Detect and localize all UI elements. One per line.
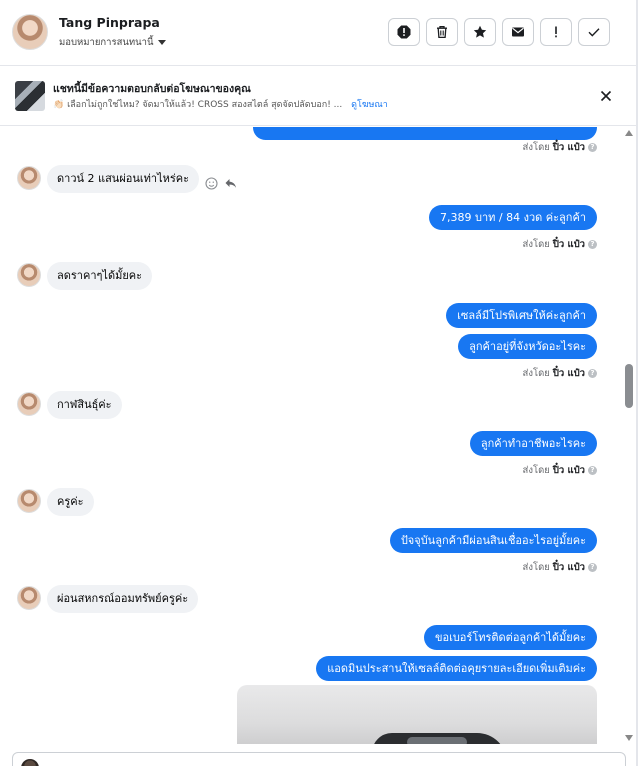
sent-by-label: ส่งโดย ปิ๋ว แป๋ว ? <box>523 140 597 155</box>
car-window <box>407 737 467 744</box>
sender-name: ปิ๋ว แป๋ว <box>552 239 585 250</box>
sent-by-prefix: ส่งโดย <box>522 239 550 250</box>
contact-avatar[interactable] <box>12 14 48 50</box>
spam-button[interactable] <box>388 18 420 46</box>
star-button[interactable] <box>464 18 496 46</box>
contact-name[interactable]: Tang Pinprapa <box>59 15 160 30</box>
reply-icon[interactable] <box>224 177 237 190</box>
message-composer[interactable] <box>12 752 626 766</box>
message-outgoing: ขอเบอร์โทรติดต่อลูกค้าได้มั้ยคะ <box>423 625 597 650</box>
star-icon <box>473 25 487 38</box>
caret-down-icon <box>157 40 166 45</box>
contact-avatar-small[interactable] <box>17 166 41 190</box>
message-outgoing: เซลล์มีโปรพิเศษให้ค่ะลูกค้า <box>446 303 597 328</box>
scroll-up-icon[interactable] <box>625 130 633 136</box>
ad-thumbnail[interactable] <box>15 81 45 111</box>
header-actions <box>388 18 610 46</box>
message-incoming: ดาวน์ 2 แสนผ่อนเท่าไหร่คะ <box>47 165 200 193</box>
message-outgoing: ปัจจุบันลูกค้ามีผ่อนสินเชื่ออะไรอยู่มั้ย… <box>389 528 597 553</box>
help-icon[interactable]: ? <box>588 240 597 249</box>
message-outgoing: 7,389 บาท / 84 งวด ค่ะลูกค้า <box>429 205 597 230</box>
assign-label: มอบหมายการสนทนานี้ <box>59 37 154 48</box>
help-icon[interactable]: ? <box>588 369 597 378</box>
ad-banner-subtitle: 👏🏻 เลือกไม่ถูกใช่ไหม? จัดมาให้แล้ว! CROS… <box>53 97 388 111</box>
conversation-header: Tang Pinprapa มอบหมายการสนทนานี้ <box>0 0 636 66</box>
follow-up-button[interactable] <box>540 18 572 46</box>
sender-name: ปิ๋ว แป๋ว <box>552 368 585 379</box>
contact-avatar-small[interactable] <box>17 586 41 610</box>
message-actions <box>205 177 237 190</box>
contact-avatar-small[interactable] <box>17 392 41 416</box>
message-outgoing: ลูกค้าทำอาชีพอะไรคะ <box>469 431 597 456</box>
ad-reply-banner: แชทนี้มีข้อความตอบกลับต่อโฆษณาของคุณ 👏🏻 … <box>0 66 636 126</box>
page-avatar <box>21 759 39 766</box>
sent-by-prefix: ส่งโดย <box>522 368 550 379</box>
ad-text: 👏🏻 เลือกไม่ถูกใช่ไหม? จัดมาให้แล้ว! CROS… <box>53 100 343 110</box>
help-icon[interactable]: ? <box>588 563 597 572</box>
message-incoming: ผ่อนสหกรณ์ออมทรัพย์ครูค่ะ <box>47 585 199 613</box>
message-incoming: ลดราคาๆได้มั้ยคะ <box>47 262 153 290</box>
scroll-down-icon[interactable] <box>625 735 633 741</box>
view-ad-link[interactable]: ดูโฆษณา <box>351 100 388 110</box>
sent-by-prefix: ส่งโดย <box>522 562 550 573</box>
message-outgoing: แอดมินประสานให้เซลล์ติดต่อคุยรายละเอียดเ… <box>316 656 597 681</box>
sent-by-prefix: ส่งโดย <box>522 142 550 153</box>
trash-icon <box>437 25 447 39</box>
sender-name: ปิ๋ว แป๋ว <box>552 465 585 476</box>
sender-name: ปิ๋ว แป๋ว <box>552 562 585 573</box>
check-icon <box>588 28 600 37</box>
contact-avatar-small[interactable] <box>17 263 41 287</box>
ad-banner-title: แชทนี้มีข้อความตอบกลับต่อโฆษณาของคุณ <box>53 83 251 95</box>
delete-button[interactable] <box>426 18 458 46</box>
assign-conversation-dropdown[interactable]: มอบหมายการสนทนานี้ <box>59 35 166 50</box>
smiley-icon[interactable] <box>205 177 218 190</box>
sent-by-label: ส่งโดย ปิ๋ว แป๋ว ? <box>523 463 597 478</box>
spam-icon <box>397 25 411 39</box>
message-thread: ส่งโดย ปิ๋ว แป๋ว ? ดาวน์ 2 แสนผ่อนเท่าไห… <box>0 127 620 744</box>
contact-avatar-small[interactable] <box>17 489 41 513</box>
help-icon[interactable]: ? <box>588 466 597 475</box>
sent-by-label: ส่งโดย ปิ๋ว แป๋ว ? <box>523 560 597 575</box>
help-icon[interactable]: ? <box>588 143 597 152</box>
message-outgoing: ลูกค้าอยู่ที่จังหวัดอะไรคะ <box>458 334 597 359</box>
exclamation-icon <box>555 26 557 38</box>
close-icon[interactable] <box>598 88 614 104</box>
scrollbar-thumb[interactable] <box>625 364 633 408</box>
message-photo[interactable] <box>237 685 597 744</box>
message-incoming: กาฬสินธุ์ค่ะ <box>47 391 122 419</box>
mark-unread-button[interactable] <box>502 18 534 46</box>
sent-by-prefix: ส่งโดย <box>522 465 550 476</box>
sender-name: ปิ๋ว แป๋ว <box>552 142 585 153</box>
mail-icon <box>512 27 524 37</box>
sent-by-label: ส่งโดย ปิ๋ว แป๋ว ? <box>523 366 597 381</box>
inbox-conversation: Tang Pinprapa มอบหมายการสนทนานี้ แชทนี้ม… <box>0 0 638 766</box>
mark-done-button[interactable] <box>578 18 610 46</box>
message-incoming: ครูค่ะ <box>47 488 94 516</box>
sent-by-label: ส่งโดย ปิ๋ว แป๋ว ? <box>523 237 597 252</box>
message-outgoing <box>253 127 597 140</box>
